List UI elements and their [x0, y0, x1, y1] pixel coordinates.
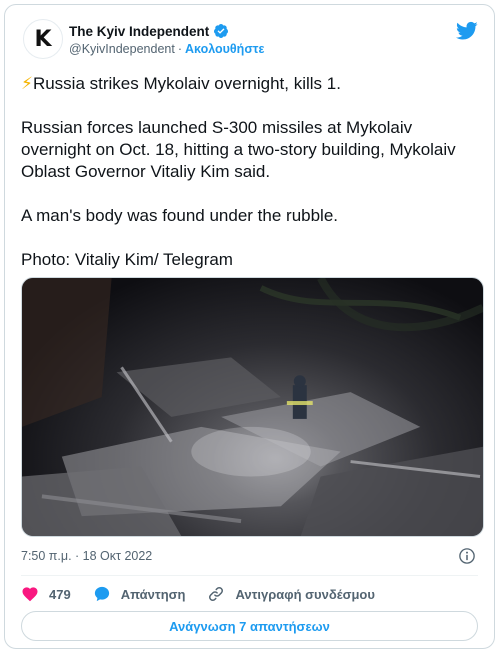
handle-separator: ·	[177, 42, 182, 56]
reply-button[interactable]: Απάντηση	[93, 585, 186, 603]
tweet-header: K The Kyiv Independent @KyivIndependent ·…	[21, 17, 478, 61]
copy-link-button[interactable]: Αντιγραφή συνδέσμου	[207, 585, 375, 603]
handle-row: @KyivIndependent · Ακολουθήστε	[69, 42, 264, 56]
heart-icon	[22, 587, 38, 602]
display-name[interactable]: The Kyiv Independent	[69, 24, 209, 39]
tweet-card: K The Kyiv Independent @KyivIndependent ·…	[4, 4, 495, 649]
name-row: The Kyiv Independent	[69, 23, 229, 39]
avatar-letter: K	[34, 26, 52, 52]
info-icon[interactable]	[458, 547, 476, 565]
link-icon	[209, 587, 224, 601]
read-replies-label: Ανάγνωση 7 απαντήσεων	[169, 618, 330, 634]
rubble-photo-illustration	[22, 278, 483, 536]
tweet-headline: Russia strikes Mykolaiv overnight, kills…	[32, 74, 341, 93]
timestamp[interactable]: 7:50 π.μ. · 18 Οκτ 2022	[21, 549, 152, 563]
handle[interactable]: @KyivIndependent	[69, 42, 175, 56]
copy-link-label: Αντιγραφή συνδέσμου	[235, 586, 375, 602]
tweet-text: ⚡Russia strikes Mykolaiv overnight, kill…	[21, 73, 483, 271]
lightning-bolt-emoji: ⚡	[21, 74, 33, 93]
tweet-paragraph-1: Russian forces launched S-300 missiles a…	[21, 118, 456, 181]
like-button[interactable]: 479	[21, 585, 71, 603]
avatar[interactable]: K	[23, 19, 63, 59]
reply-bubble-icon	[94, 586, 109, 602]
tweet-paragraph-2: A man's body was found under the rubble.	[21, 206, 339, 225]
action-bar: 479 Απάντηση Αντιγραφή συνδέσμου	[21, 583, 478, 605]
meta-row: 7:50 π.μ. · 18 Οκτ 2022	[21, 547, 478, 567]
reply-label: Απάντηση	[120, 586, 186, 602]
divider	[21, 575, 478, 576]
read-replies-button[interactable]: Ανάγνωση 7 απαντήσεων	[21, 611, 478, 641]
verified-badge-icon	[214, 24, 229, 38]
tweet-photo[interactable]	[21, 277, 484, 537]
twitter-bird-icon[interactable]	[456, 21, 478, 41]
tweet-paragraph-3: Photo: Vitaliy Kim/ Telegram	[21, 250, 233, 269]
follow-button[interactable]: Ακολουθήστε	[185, 42, 264, 56]
like-count: 479	[49, 586, 71, 602]
